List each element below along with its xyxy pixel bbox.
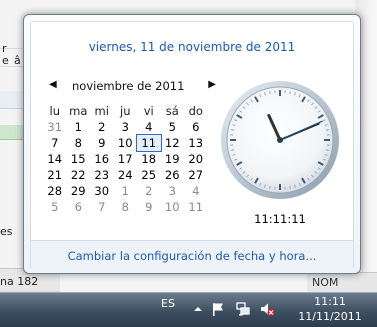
calendar: ◀ noviembre de 2011 ▶ lumamijuvisádo3112…: [43, 79, 209, 97]
calendar-day[interactable]: 19: [161, 151, 185, 167]
status-text: na 182: [0, 275, 38, 288]
language-indicator[interactable]: ES: [161, 297, 175, 310]
weekday-label: ma: [67, 103, 91, 119]
clock-center-pin: [277, 137, 283, 143]
calendar-day[interactable]: 29: [67, 183, 91, 199]
calendar-day[interactable]: 17: [114, 151, 138, 167]
calendar-day[interactable]: 4: [184, 183, 208, 199]
date-header-link[interactable]: viernes, 11 de noviembre de 2011: [31, 40, 353, 54]
calendar-day[interactable]: 11: [184, 199, 208, 215]
calendar-day[interactable]: 27: [184, 167, 208, 183]
clock-tick: [231, 150, 234, 151]
calendar-day[interactable]: 14: [43, 151, 67, 167]
calendar-week-row: 31123456: [43, 119, 209, 135]
flyout-footer: Cambiar la configuración de fecha y hora…: [31, 240, 353, 269]
calendar-day[interactable]: 1: [114, 183, 138, 199]
calendar-day[interactable]: 10: [114, 135, 138, 151]
calendar-day[interactable]: 30: [90, 183, 114, 199]
next-month-arrow-icon[interactable]: ▶: [208, 79, 216, 90]
calendar-week-row: 21222324252627: [43, 167, 209, 183]
taskbar-date: 11/11/2011: [285, 310, 375, 323]
clock-tick: [231, 130, 234, 131]
calendar-day[interactable]: 7: [43, 135, 67, 151]
calendar-day[interactable]: 31: [43, 119, 67, 135]
weekday-label: sá: [161, 103, 185, 119]
clock-tick: [270, 186, 271, 189]
status-text: NOM: [312, 276, 338, 289]
weekday-label: do: [184, 103, 208, 119]
calendar-day[interactable]: 8: [67, 135, 91, 151]
analog-clock: [219, 79, 341, 201]
calendar-day[interactable]: 2: [137, 183, 161, 199]
calendar-day-today[interactable]: 11: [137, 135, 161, 151]
digital-clock-time: 11:11:11: [219, 212, 341, 226]
background-text: â: [14, 54, 21, 67]
calendar-day[interactable]: 15: [67, 151, 91, 167]
calendar-day[interactable]: 12: [161, 135, 185, 151]
clock-tick: [270, 91, 271, 94]
clock-tick: [290, 91, 291, 94]
calendar-week-row: 14151617181920: [43, 151, 209, 167]
calendar-day[interactable]: 22: [67, 167, 91, 183]
calendar-day[interactable]: 26: [161, 167, 185, 183]
calendar-day[interactable]: 2: [90, 119, 114, 135]
volume-muted-icon[interactable]: [259, 301, 275, 317]
calendar-day[interactable]: 13: [184, 135, 208, 151]
calendar-nav: ◀ noviembre de 2011 ▶: [43, 79, 209, 97]
previous-month-arrow-icon[interactable]: ◀: [49, 79, 57, 90]
month-title[interactable]: noviembre de 2011: [72, 79, 184, 93]
calendar-day[interactable]: 3: [161, 183, 185, 199]
calendar-day[interactable]: 16: [90, 151, 114, 167]
calendar-week-row: 78910111213: [43, 135, 209, 151]
clock-tick: [326, 130, 329, 131]
weekday-label: vi: [137, 103, 161, 119]
calendar-week-row: 2829301234: [43, 183, 209, 199]
calendar-day[interactable]: 6: [184, 119, 208, 135]
flyout-panel: viernes, 11 de noviembre de 2011 ◀ novie…: [30, 21, 354, 269]
background-text: es: [0, 225, 13, 238]
calendar-day[interactable]: 9: [90, 135, 114, 151]
clock-tick: [326, 150, 329, 151]
calendar-day[interactable]: 10: [161, 199, 185, 215]
calendar-day[interactable]: 3: [114, 119, 138, 135]
calendar-week-row: 567891011: [43, 199, 209, 215]
calendar-day[interactable]: 24: [114, 167, 138, 183]
calendar-day[interactable]: 20: [184, 151, 208, 167]
action-center-flag-icon[interactable]: [210, 301, 226, 317]
background-text: e: [2, 54, 9, 67]
taskbar-time: 11:11: [285, 295, 375, 308]
calendar-day[interactable]: 9: [137, 199, 161, 215]
calendar-day[interactable]: 25: [137, 167, 161, 183]
calendar-day[interactable]: 8: [114, 199, 138, 215]
clock-tick: [290, 186, 291, 189]
date-time-flyout: viernes, 11 de noviembre de 2011 ◀ novie…: [23, 14, 361, 274]
calendar-day[interactable]: 7: [90, 199, 114, 215]
weekday-label: lu: [43, 103, 67, 119]
calendar-day[interactable]: 4: [137, 119, 161, 135]
calendar-day[interactable]: 6: [67, 199, 91, 215]
weekday-header-row: lumamijuvisádo: [43, 103, 209, 119]
calendar-day[interactable]: 5: [161, 119, 185, 135]
calendar-day[interactable]: 23: [90, 167, 114, 183]
calendar-day[interactable]: 18: [137, 151, 161, 167]
calendar-day[interactable]: 28: [43, 183, 67, 199]
calendar-day[interactable]: 1: [67, 119, 91, 135]
status-bar-right: NOM: [307, 272, 377, 293]
show-hidden-icons-arrow-icon[interactable]: [190, 301, 206, 317]
weekday-label: mi: [90, 103, 114, 119]
calendar-day[interactable]: 21: [43, 167, 67, 183]
taskbar: ES 11:11 11/11/2011: [0, 292, 377, 327]
network-icon[interactable]: [235, 301, 251, 317]
taskbar-clock[interactable]: 11:11 11/11/2011: [285, 295, 375, 323]
weekday-label: ju: [114, 103, 138, 119]
calendar-grid: lumamijuvisádo31123456789101112131415161…: [43, 103, 209, 215]
change-date-time-settings-link[interactable]: Cambiar la configuración de fecha y hora…: [31, 249, 353, 263]
calendar-day[interactable]: 5: [43, 199, 67, 215]
